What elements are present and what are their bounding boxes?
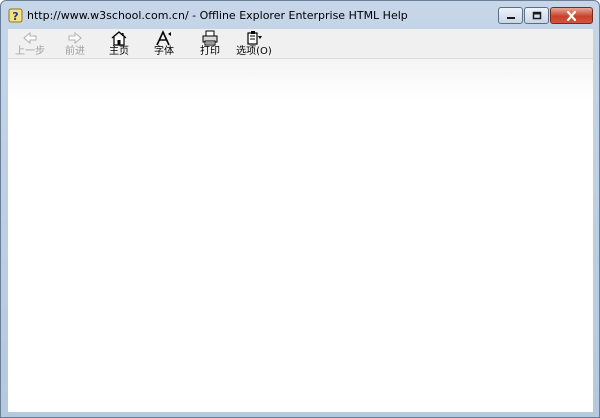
window-title: http://www.w3school.com.cn/ - Offline Ex… [27, 9, 408, 22]
home-icon [111, 31, 127, 46]
printer-icon [202, 30, 218, 46]
help-question-icon[interactable]: ? [8, 8, 23, 23]
back-label: 上一步 [15, 46, 45, 57]
close-icon [566, 10, 577, 21]
options-icon [247, 31, 262, 45]
forward-button[interactable]: 前进 [55, 29, 95, 58]
minimize-icon [506, 16, 515, 19]
print-label: 打印 [200, 46, 220, 57]
title-bar[interactable]: ? http://www.w3school.com.cn/ - Offline … [1, 1, 599, 30]
home-button[interactable]: 主页 [99, 29, 139, 58]
maximize-icon [532, 11, 541, 20]
help-content-pane[interactable] [8, 58, 593, 412]
help-window: ? http://www.w3school.com.cn/ - Offline … [0, 0, 600, 418]
back-button[interactable]: 上一步 [10, 29, 50, 58]
font-button[interactable]: 字体 [144, 29, 184, 58]
forward-arrow-icon [68, 31, 82, 45]
window-controls [498, 7, 593, 24]
options-button[interactable]: 选项(O) [234, 29, 274, 58]
svg-text:?: ? [12, 10, 18, 23]
print-button[interactable]: 打印 [190, 29, 230, 58]
maximize-button[interactable] [524, 7, 549, 24]
home-label: 主页 [109, 46, 129, 57]
close-button[interactable] [550, 7, 593, 24]
font-label: 字体 [154, 46, 174, 57]
font-icon [156, 30, 171, 46]
content-top-shade [8, 59, 593, 99]
forward-label: 前进 [65, 46, 85, 57]
minimize-button[interactable] [498, 7, 523, 24]
options-label: 选项(O) [236, 46, 272, 57]
toolbar: 上一步 前进 主页 字体 打印 选项(O) [8, 29, 593, 58]
back-arrow-icon [23, 31, 37, 45]
